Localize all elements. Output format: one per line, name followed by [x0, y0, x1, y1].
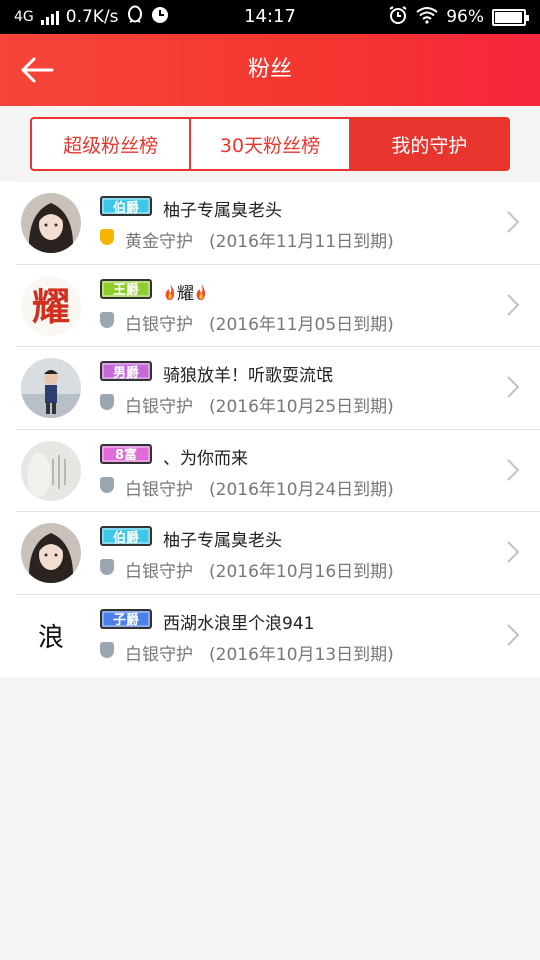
rank-badge: 子爵	[100, 608, 152, 629]
shield-icon	[100, 641, 114, 658]
tab-my-guard[interactable]: 我的守护	[348, 119, 508, 169]
avatar[interactable]: 耀	[21, 275, 81, 336]
fan-name: 西湖水浪里个浪941	[163, 609, 314, 634]
guard-type: 白银守护	[125, 562, 193, 582]
tab-30day-fans[interactable]: 30天粉丝榜	[189, 119, 348, 169]
avatar[interactable]	[21, 193, 81, 253]
rank-badge-label: 王爵	[112, 283, 139, 298]
guard-expiry: (2016年11月05日到期)	[209, 314, 394, 335]
rank-badge-label: 伯爵	[112, 530, 139, 546]
svg-text:耀: 耀	[32, 284, 70, 329]
fan-name: 骑狼放羊！听歌耍流氓	[163, 361, 333, 386]
fan-name: 柚子专属臭老头	[163, 196, 282, 221]
battery-icon	[492, 8, 529, 26]
list-item[interactable]: 伯爵 柚子专属臭老头白银守护 (2016年10月16日到期)	[0, 511, 540, 595]
list-item[interactable]: 浪 子爵 西湖水浪里个浪941 白银守护 (2016年10月13日到期)	[0, 593, 540, 678]
guard-expiry: (2016年10月24日到期)	[209, 479, 394, 500]
chevron-right-icon	[507, 541, 520, 563]
guard-expiry: (2016年10月13日到期)	[209, 644, 394, 665]
avatar[interactable]	[21, 440, 81, 501]
chevron-right-icon	[507, 623, 520, 646]
list-item[interactable]: 耀 王爵 耀白银守护 (2016年11月05日到期)	[0, 263, 540, 347]
battery-percent: 96%	[446, 7, 484, 27]
list-item[interactable]: 8富 、为你而来白银守护 (2016年10月24日到期)	[0, 428, 540, 512]
fan-name-text: 柚子专属臭老头	[163, 531, 282, 551]
header-bar: 粉丝	[0, 34, 540, 106]
guard-expiry: (2016年11月11日到期)	[209, 232, 394, 252]
rank-badge-label: 8富	[114, 448, 138, 463]
rank-badge-label: 伯爵	[112, 200, 139, 216]
alarm-icon	[388, 5, 408, 30]
rank-badge: 伯爵	[100, 196, 152, 216]
fan-name: 柚子专属臭老头	[163, 526, 282, 551]
chevron-right-icon	[507, 376, 520, 398]
shield-icon	[100, 476, 114, 493]
avatar[interactable]: 浪	[21, 605, 81, 666]
list-item[interactable]: 男爵 骑狼放羊！听歌耍流氓白银守护 (2016年10月25日到期)	[0, 346, 540, 430]
chevron-right-icon	[507, 293, 520, 316]
rank-badge: 伯爵	[100, 526, 152, 546]
rank-badge: 8富	[100, 443, 152, 464]
guard-type: 白银守护	[125, 397, 193, 417]
tab-super-fans[interactable]: 超级粉丝榜	[32, 119, 189, 169]
guard-type: 白银守护	[125, 644, 193, 665]
shield-icon	[100, 311, 114, 328]
fan-name: 耀	[163, 279, 208, 304]
avatar[interactable]	[21, 358, 81, 418]
guard-expiry: (2016年10月25日到期)	[209, 397, 394, 417]
fan-name-text: 西湖水浪里个浪941	[163, 613, 315, 634]
avatar[interactable]	[21, 523, 81, 583]
rank-badge-label: 子爵	[112, 613, 139, 628]
fan-name-text: 、为你而来	[163, 448, 248, 469]
fan-name-text: 骑狼放羊！听歌耍流氓	[163, 366, 333, 386]
guard-type: 白银守护	[125, 314, 193, 335]
flame-icon	[165, 283, 175, 300]
fan-name-text: 耀	[177, 283, 194, 304]
chevron-right-icon	[507, 211, 520, 233]
fan-name: 、为你而来	[163, 444, 248, 469]
guard-type: 黄金守护	[125, 232, 193, 252]
guard-expiry: (2016年10月16日到期)	[209, 562, 394, 582]
guard-list: 伯爵 柚子专属臭老头 黄金守护 (2016年11月11日到期) 耀王爵耀白银守护 (201…	[0, 181, 540, 678]
wifi-icon	[416, 6, 438, 29]
status-bar: 4G 0.7K/s 14:17 96%	[0, 0, 540, 34]
shield-icon	[100, 229, 114, 245]
guard-type: 白银守护	[125, 479, 193, 500]
rank-badge: 王爵	[100, 278, 152, 299]
svg-text:浪: 浪	[38, 623, 64, 653]
tab-bar: 超级粉丝榜 30天粉丝榜 我的守护	[30, 117, 510, 171]
list-item[interactable]: 伯爵 柚子专属臭老头黄金守护 (2016年11月11日到期)	[0, 181, 540, 265]
chevron-right-icon	[507, 458, 520, 481]
flame-icon	[196, 283, 206, 300]
fan-name-text: 柚子专属臭老头	[163, 201, 282, 221]
shield-icon	[100, 559, 114, 575]
page-title: 粉丝	[247, 57, 292, 82]
rank-badge-label: 男爵	[112, 365, 139, 381]
rank-badge: 男爵	[100, 361, 152, 381]
shield-icon	[100, 394, 114, 410]
